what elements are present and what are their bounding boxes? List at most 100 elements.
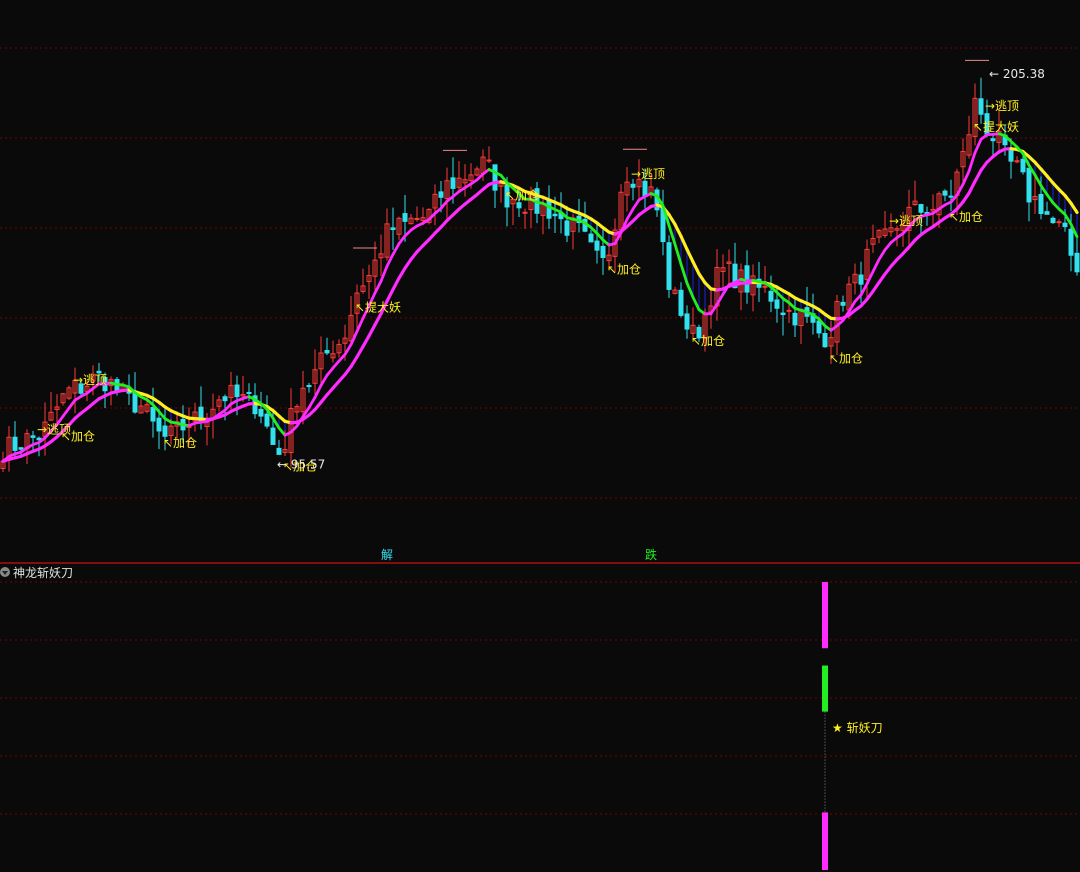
candlesticks: [0, 77, 1080, 472]
signal-bar-green: [822, 665, 828, 712]
slow-line-segment: [355, 344, 365, 359]
candle: [972, 83, 978, 146]
candle: [660, 189, 666, 256]
slow-line-segment: [1069, 201, 1079, 214]
signal-text: →逃顶: [889, 214, 923, 228]
signal-escape: →逃顶: [631, 167, 665, 181]
candle: [978, 77, 984, 124]
candle-body: [486, 159, 492, 162]
candle: [654, 187, 660, 217]
candle: [366, 264, 372, 300]
indicator-header[interactable]: 神龙斩妖刀: [0, 564, 73, 580]
candle-body: [270, 427, 276, 445]
candle-body: [942, 190, 948, 196]
indicator-title: 神龙斩妖刀: [13, 565, 74, 580]
candle: [588, 229, 594, 243]
signal-text: ↖加仓: [691, 334, 725, 348]
signal-escape: →逃顶: [985, 99, 1019, 113]
candle-body: [306, 385, 312, 388]
candle: [288, 388, 294, 468]
candle: [684, 305, 690, 339]
fast-line-segment: [343, 343, 353, 356]
candle: [306, 382, 312, 393]
candle: [486, 146, 492, 163]
fast-line-segment: [673, 242, 683, 266]
candle: [372, 241, 378, 294]
candle-body: [1044, 211, 1050, 215]
candle: [462, 164, 468, 197]
candle-body: [990, 138, 996, 142]
slow-line-segment: [973, 168, 983, 183]
candle: [150, 387, 156, 438]
candle-body: [438, 191, 444, 198]
candle-body: [516, 202, 522, 209]
candle-body: [1050, 217, 1056, 224]
candle: [444, 167, 450, 220]
price-grid: [0, 47, 1080, 499]
chevron-down-icon[interactable]: [0, 567, 10, 577]
candle: [390, 207, 396, 250]
indicator-grid: [0, 581, 1080, 815]
bottom-marks: 解 跌: [381, 547, 657, 562]
slow-line-segment: [685, 247, 695, 264]
candle: [276, 439, 282, 455]
slow-line-segment: [373, 312, 383, 327]
candle-body: [666, 242, 672, 290]
candle-body: [402, 213, 408, 222]
signal-add: ↖加仓: [505, 189, 539, 203]
candle: [510, 199, 516, 225]
candle-body: [948, 195, 954, 198]
candle: [108, 376, 114, 406]
signal-add: ↖加仓: [607, 263, 641, 277]
candle: [66, 385, 72, 401]
fast-line-segment: [631, 198, 641, 211]
fast-line-segment: [355, 316, 365, 333]
candle: [1026, 167, 1032, 222]
signal-text: ↖加仓: [61, 430, 95, 444]
candle-body: [522, 211, 528, 214]
fast-line-segment: [859, 282, 869, 297]
candle: [474, 166, 480, 177]
candle-body: [774, 299, 780, 309]
candle-body: [918, 204, 924, 213]
candle: [48, 391, 54, 421]
candle: [576, 198, 582, 233]
signal-text: ↖加仓: [163, 436, 197, 450]
candle: [870, 224, 876, 253]
candle-body: [222, 396, 228, 402]
fast-line-segment: [973, 138, 983, 155]
candle-body: [492, 164, 498, 191]
slow-line-segment: [673, 222, 683, 238]
signal-add: ↖加仓: [691, 334, 725, 348]
candle: [768, 275, 774, 313]
fast-line-segment: [67, 398, 77, 410]
candle-body: [390, 227, 396, 230]
fast-line-segment: [955, 182, 965, 197]
fast-line-segment: [685, 281, 695, 299]
candle-body: [246, 391, 252, 394]
candle: [786, 295, 792, 323]
candle: [594, 223, 600, 264]
fast-line-segment: [373, 279, 383, 295]
candle: [318, 336, 324, 384]
slow-line-segment: [697, 272, 707, 285]
fast-line-segment: [319, 373, 329, 387]
candle-body: [30, 435, 36, 438]
candle: [432, 184, 438, 226]
candle-body: [132, 392, 138, 413]
indicator-signal-label: ★ 斩妖刀: [832, 721, 883, 735]
candle: [258, 391, 264, 424]
signal-labels: →逃顶↖加仓→逃顶↖加仓↖加仓↖提大妖↖加仓↖加仓→逃顶↖加仓↖加仓→逃顶 ↖加仓…: [37, 59, 1019, 473]
signal-escape: →逃顶: [73, 373, 107, 387]
candle: [384, 208, 390, 261]
candle: [1032, 177, 1038, 214]
stock-chart[interactable]: →逃顶↖加仓→逃顶↖加仓↖加仓↖提大妖↖加仓↖加仓→逃顶↖加仓↖加仓→逃顶 ↖加仓…: [0, 0, 1080, 872]
candle: [966, 115, 972, 159]
candle: [456, 161, 462, 191]
fast-line-segment: [1045, 193, 1055, 205]
candle: [324, 337, 330, 356]
candle: [726, 249, 732, 285]
candle: [840, 295, 846, 312]
candle-body: [594, 240, 600, 251]
candle-body: [768, 290, 774, 302]
